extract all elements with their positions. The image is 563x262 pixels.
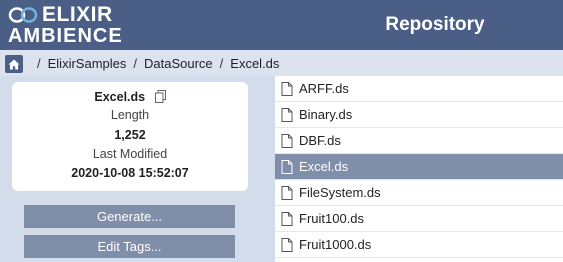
home-icon: [8, 59, 20, 69]
breadcrumb-item-datasource[interactable]: DataSource: [144, 56, 213, 71]
last-modified-label: Last Modified: [92, 147, 168, 161]
copy-icon[interactable]: [154, 90, 166, 103]
file-list-item[interactable]: Fruit100.ds: [275, 206, 563, 232]
logo-text-elixir: ELIXIR: [42, 3, 113, 26]
breadcrumb-bar: / ElixirSamples / DataSource / Excel.ds: [0, 50, 563, 76]
logo-text-ambience: AMBIENCE: [8, 25, 123, 47]
file-list-item[interactable]: ARFF.ds: [275, 76, 563, 102]
file-icon: [281, 185, 293, 200]
file-name-label: Fruit1000.ds: [299, 237, 372, 252]
edit-tags-button[interactable]: Edit Tags...: [24, 235, 235, 258]
home-button[interactable]: [5, 55, 23, 73]
length-label: Length: [110, 108, 150, 122]
file-list-item[interactable]: Binary.ds: [275, 102, 563, 128]
file-name-label: FileSystem.ds: [299, 185, 381, 200]
breadcrumb-separator: /: [133, 55, 137, 71]
file-list-item[interactable]: DBF.ds: [275, 128, 563, 154]
file-name-label: DBF.ds: [299, 133, 341, 148]
file-name-label: Fruit100.ds: [299, 211, 365, 226]
logo-mark-icon: [8, 7, 38, 23]
generate-button[interactable]: Generate...: [24, 205, 235, 228]
file-name-label: Excel.ds: [299, 159, 349, 174]
file-list-item[interactable]: FileSystem.ds: [275, 180, 563, 206]
elixir-ambience-logo: ELIXIR AMBIENCE: [8, 3, 123, 48]
breadcrumb-item-elixirsamples[interactable]: ElixirSamples: [48, 56, 127, 71]
file-icon: [281, 133, 293, 148]
file-name-row: Excel.ds: [12, 90, 248, 104]
page-title: Repository: [385, 14, 485, 35]
length-value: 1,252: [114, 128, 146, 142]
file-name-label: ARFF.ds: [299, 81, 349, 96]
file-icon: [281, 81, 293, 96]
file-icon: [281, 211, 293, 226]
last-modified-value: 2020-10-08 15:52:07: [71, 166, 189, 180]
file-list-item-selected[interactable]: Excel.ds: [275, 154, 563, 180]
breadcrumb-separator: /: [37, 55, 41, 71]
file-list: ARFF.ds Binary.ds DBF.ds Excel.ds FileSy…: [275, 76, 563, 262]
file-name: Excel.ds: [94, 90, 146, 104]
file-list-item[interactable]: Fruit1000.ds: [275, 232, 563, 258]
app-header: ELIXIR AMBIENCE Repository: [0, 0, 563, 50]
file-details-card: Excel.ds Length 1,252 Last Modified 2020…: [12, 82, 248, 191]
file-icon: [281, 107, 293, 122]
breadcrumb-separator: /: [219, 55, 224, 71]
file-icon: [281, 237, 293, 252]
breadcrumb: / ElixirSamples / DataSource / Excel.ds: [30, 50, 279, 76]
breadcrumb-item-current[interactable]: Excel.ds: [230, 56, 279, 71]
file-icon: [281, 159, 293, 174]
file-name-label: Binary.ds: [299, 107, 353, 122]
